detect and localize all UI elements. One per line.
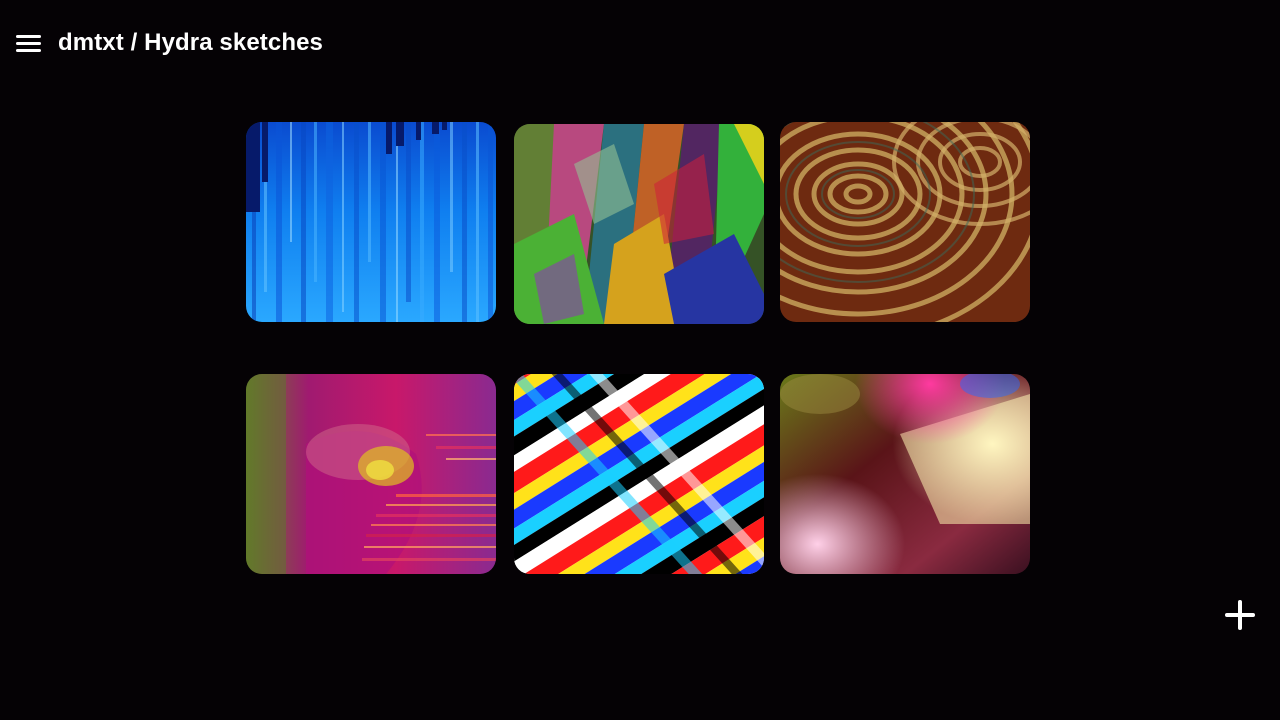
sketch-5-image xyxy=(514,374,764,574)
menu-line xyxy=(16,49,41,52)
hamburger-menu-icon[interactable] xyxy=(16,32,42,54)
sketch-thumbnail-6[interactable] xyxy=(780,374,1030,574)
sketch-thumbnail-2[interactable] xyxy=(514,124,764,324)
sketch-thumbnail-4[interactable] xyxy=(246,374,496,574)
sketch-6-image xyxy=(780,374,1030,574)
top-bar: dmtxt / Hydra sketches xyxy=(0,0,1280,88)
sketch-3-image xyxy=(780,122,1030,322)
menu-line xyxy=(16,42,41,45)
page-title: dmtxt / Hydra sketches xyxy=(58,29,323,56)
sketch-thumbnail-1[interactable] xyxy=(246,122,496,322)
sketch-1-image xyxy=(246,122,496,322)
sketch-thumbnail-5[interactable] xyxy=(514,374,764,574)
sketch-2-image xyxy=(514,124,764,324)
sketch-4-image xyxy=(246,374,496,574)
sketch-thumbnail-3[interactable] xyxy=(780,122,1030,322)
menu-line xyxy=(16,35,41,38)
plus-icon[interactable] xyxy=(1222,597,1258,633)
